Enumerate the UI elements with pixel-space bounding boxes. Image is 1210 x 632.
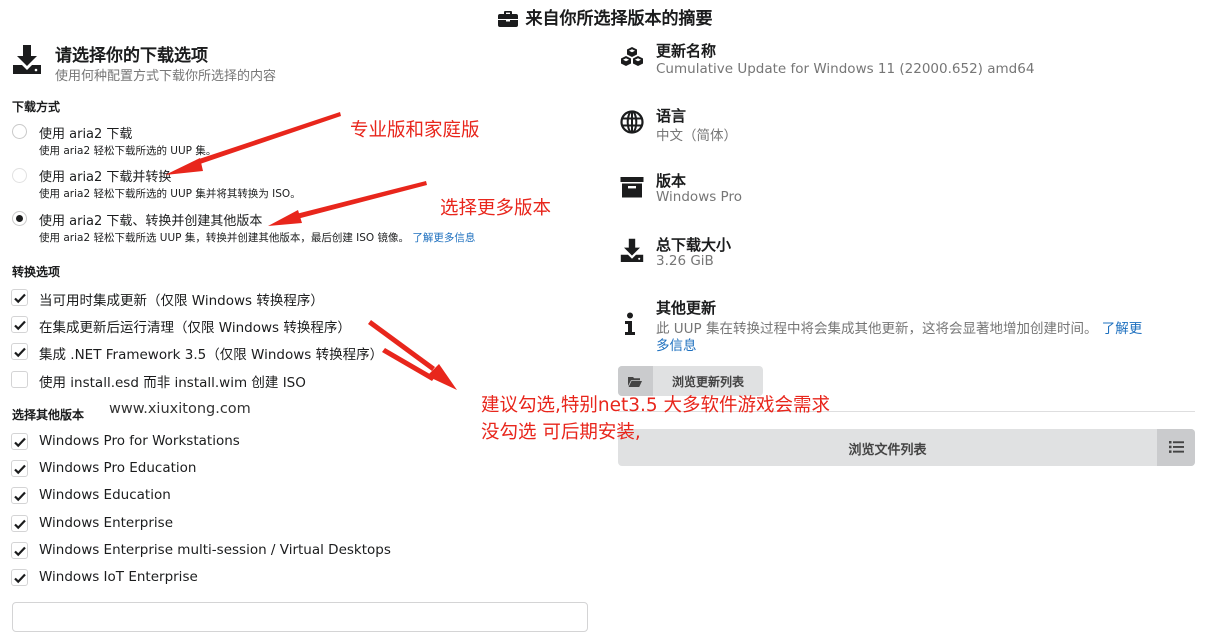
annotation-note: 专业版和家庭版 (350, 120, 480, 141)
annotation-note: 选择更多版本 (440, 198, 552, 219)
annotation-note: 建议勾选,特别net3.5 大多软件游戏会需求 (481, 395, 831, 416)
annotation-note: 没勾选 可后期安装, (481, 422, 641, 443)
annotation-arrows (165, 112, 457, 390)
